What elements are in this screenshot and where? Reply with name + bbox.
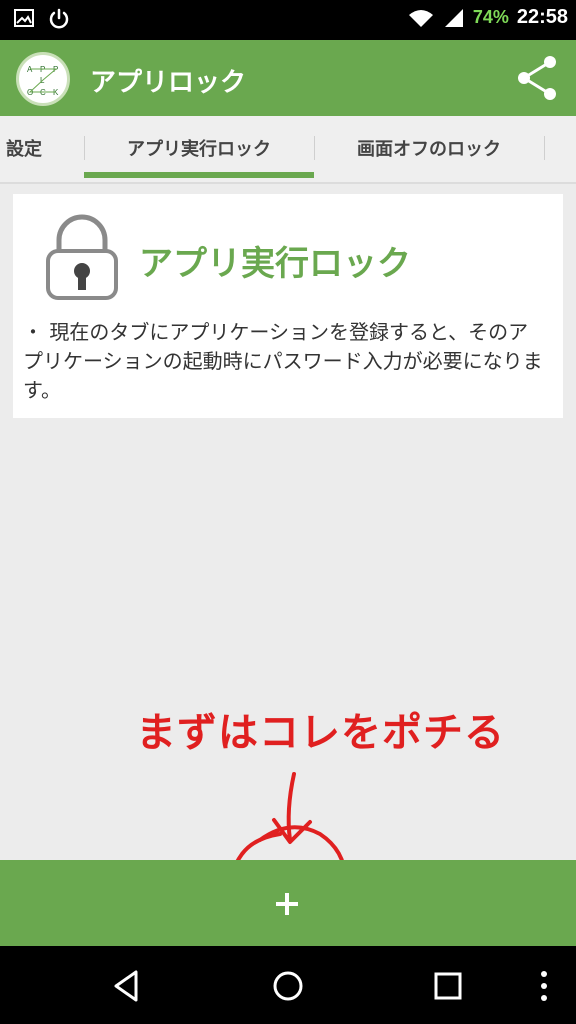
status-bar: 74% 22:58	[0, 0, 576, 40]
add-app-button[interactable]	[262, 882, 312, 926]
app-bar: A P P L O C K アプリロック	[0, 40, 576, 116]
info-card: アプリ実行ロック ・ 現在のタブにアプリケーションを登録すると、そのアプリケーシ…	[13, 194, 563, 418]
tab-app-execution-lock[interactable]: アプリ実行ロック	[84, 116, 314, 180]
app-logo-graphic: A P P L O C K	[27, 65, 59, 97]
home-icon[interactable]	[268, 966, 308, 1006]
plus-icon	[276, 893, 298, 915]
bottom-action-bar	[0, 860, 576, 946]
menu-icon[interactable]	[524, 966, 564, 1006]
wifi-icon	[408, 9, 433, 27]
clock: 22:58	[516, 6, 568, 28]
back-icon[interactable]	[108, 966, 148, 1006]
status-right: 74% 22:58	[407, 6, 568, 29]
signal-icon	[444, 8, 463, 27]
image-icon	[14, 9, 34, 27]
share-icon	[518, 56, 556, 100]
active-tab-indicator	[84, 172, 314, 178]
annotation-text: まずはコレをポチる	[136, 710, 505, 756]
share-button[interactable]	[514, 54, 560, 102]
app-logo[interactable]: A P P L O C K	[16, 52, 70, 106]
battery-percentage: 74%	[472, 7, 509, 27]
lock-icon	[46, 214, 118, 300]
power-icon	[49, 8, 69, 29]
tab-settings[interactable]: 設定	[0, 116, 80, 180]
system-nav-bar	[0, 946, 576, 1024]
card-description: ・ 現在のタブにアプリケーションを登録すると、そのアプリケーションの起動時にパス…	[23, 320, 543, 402]
tab-screen-off-lock[interactable]: 画面オフのロック	[314, 116, 544, 180]
card-title: アプリ実行ロック	[139, 244, 411, 284]
status-left-icons	[14, 8, 70, 30]
app-title: アプリロック	[90, 68, 247, 98]
recents-icon[interactable]	[428, 966, 468, 1006]
tab-divider	[544, 136, 545, 160]
